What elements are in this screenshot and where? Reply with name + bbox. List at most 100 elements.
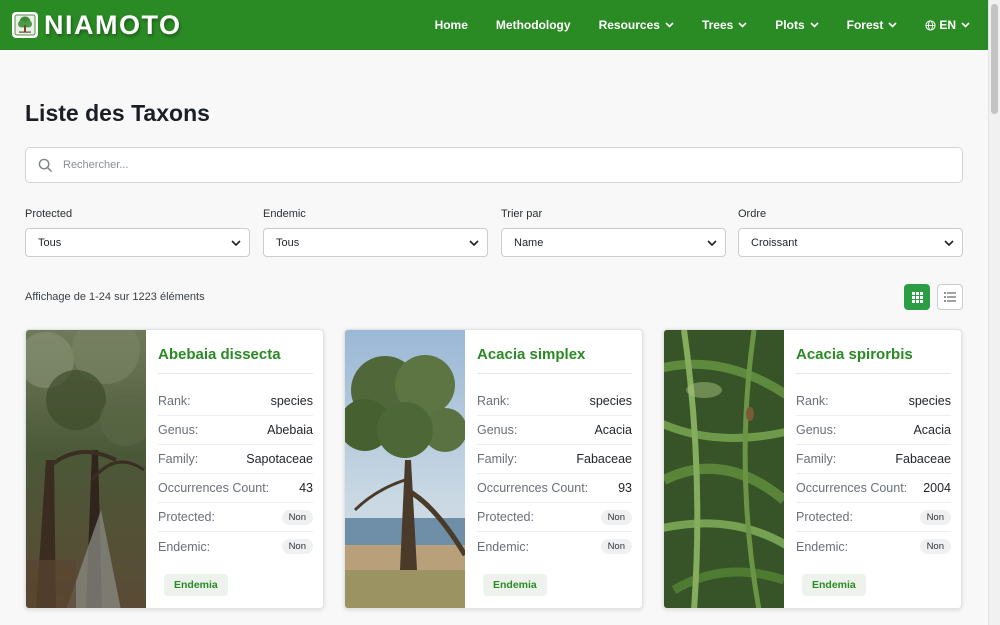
endemic-row: Endemic: Non [477,532,632,561]
filter-sort-by-label: Trier par [501,208,543,220]
endemic-row: Endemic: Non [796,532,951,561]
genus-row: Genus: Acacia [796,416,951,445]
genus-value: Acacia [913,423,951,437]
family-row: Family: Sapotaceae [158,445,313,474]
genus-value: Abebaia [267,423,313,437]
divider [477,373,632,374]
occurrences-row: Occurrences Count: 2004 [796,474,951,503]
language-selector[interactable]: EN [925,18,970,32]
grid-icon [911,291,923,303]
chevron-down-icon [738,22,747,28]
filter-order: Ordre Croissant [738,208,963,257]
endemic-label: Endemic: [796,539,849,554]
search-icon [38,158,53,172]
nav-plots-label: Plots [775,18,805,32]
search-box[interactable] [25,147,963,183]
source-tag[interactable]: Endemia [802,574,866,596]
occurrences-label: Occurrences Count: [158,481,270,495]
rank-row: Rank: species [796,387,951,416]
filter-sort-by: Trier par Name [501,208,726,257]
chevron-down-icon [469,239,479,246]
brand-logo-link[interactable]: NIAMOTO [12,10,182,41]
endemic-label: Endemic: [477,539,530,554]
page-scrollbar[interactable] [988,0,1000,625]
endemic-badge: Non [281,539,313,554]
endemic-badge: Non [919,539,951,554]
rank-row: Rank: species [477,387,632,416]
page-title: Liste des Taxons [25,100,210,126]
rank-value: species [908,394,951,408]
endemic-select[interactable]: Tous [263,228,488,257]
family-value: Sapotaceae [246,452,313,466]
genus-label: Genus: [158,423,199,437]
taxon-photo [664,330,784,608]
filter-protected: Protected Tous [25,208,250,257]
rank-label: Rank: [477,394,510,408]
genus-label: Genus: [796,423,837,437]
filter-endemic: Endemic Tous [263,208,488,257]
taxon-name[interactable]: Acacia simplex [477,346,585,363]
chevron-down-icon [888,22,897,28]
rank-row: Rank: species [158,387,313,416]
nav-home[interactable]: Home [435,18,468,32]
sort-by-select[interactable]: Name [501,228,726,257]
taxon-name[interactable]: Acacia spirorbis [796,346,913,363]
rank-value: species [589,394,632,408]
source-tag[interactable]: Endemia [164,574,228,596]
protected-row: Protected: Non [796,503,951,532]
results-summary: Affichage de 1-24 sur 1223 éléments [25,291,205,303]
sort-by-select-value: Name [514,236,544,249]
occurrences-row: Occurrences Count: 93 [477,474,632,503]
family-label: Family: [477,452,518,466]
family-label: Family: [796,452,837,466]
protected-row: Protected: Non [158,503,313,532]
chevron-down-icon [665,22,674,28]
nav-resources-label: Resources [598,18,660,32]
endemic-label: Endemic: [158,539,211,554]
filter-order-label: Ordre [738,208,767,220]
protected-label: Protected: [796,510,853,524]
taxon-photo [26,330,146,608]
filter-protected-label: Protected [25,208,73,220]
nav-resources-dropdown[interactable]: Resources [599,18,674,32]
genus-row: Genus: Abebaia [158,416,313,445]
family-value: Fabaceae [576,452,632,466]
top-navbar: NIAMOTO Home Methodology Resources Trees… [0,0,988,50]
occurrences-row: Occurrences Count: 43 [158,474,313,503]
filter-endemic-label: Endemic [263,208,306,220]
family-label: Family: [158,452,199,466]
family-row: Family: Fabaceae [796,445,951,474]
grid-view-button[interactable] [904,284,930,310]
chevron-down-icon [810,22,819,28]
occurrences-value: 93 [618,481,632,495]
taxon-card[interactable]: Abebaia dissecta Rank: species Genus: Ab… [25,329,324,609]
taxon-card[interactable]: Acacia spirorbis Rank: species Genus: Ac… [663,329,962,609]
nav-forest-label: Forest [846,18,884,32]
chevron-down-icon [944,239,954,246]
chevron-down-icon [961,22,970,28]
taxon-name[interactable]: Abebaia dissecta [158,346,281,363]
scrollbar-thumb[interactable] [991,4,998,114]
nav-methodology[interactable]: Methodology [496,18,571,32]
divider [158,373,313,374]
protected-row: Protected: Non [477,503,632,532]
protected-select-value: Tous [38,236,62,249]
protected-select[interactable]: Tous [25,228,250,257]
globe-icon [925,19,936,31]
search-input[interactable] [63,159,943,171]
nav-trees-dropdown[interactable]: Trees [702,18,747,32]
list-view-button[interactable] [937,284,963,310]
genus-value: Acacia [594,423,632,437]
nav-plots-dropdown[interactable]: Plots [775,18,819,32]
occurrences-label: Occurrences Count: [796,481,908,495]
chevron-down-icon [707,239,717,246]
genus-row: Genus: Acacia [477,416,632,445]
occurrences-label: Occurrences Count: [477,481,589,495]
endemic-badge: Non [600,539,632,554]
occurrences-value: 43 [299,481,313,495]
divider [796,373,951,374]
taxon-card[interactable]: Acacia simplex Rank: species Genus: Acac… [344,329,643,609]
order-select[interactable]: Croissant [738,228,963,257]
source-tag[interactable]: Endemia [483,574,547,596]
nav-forest-dropdown[interactable]: Forest [847,18,898,32]
